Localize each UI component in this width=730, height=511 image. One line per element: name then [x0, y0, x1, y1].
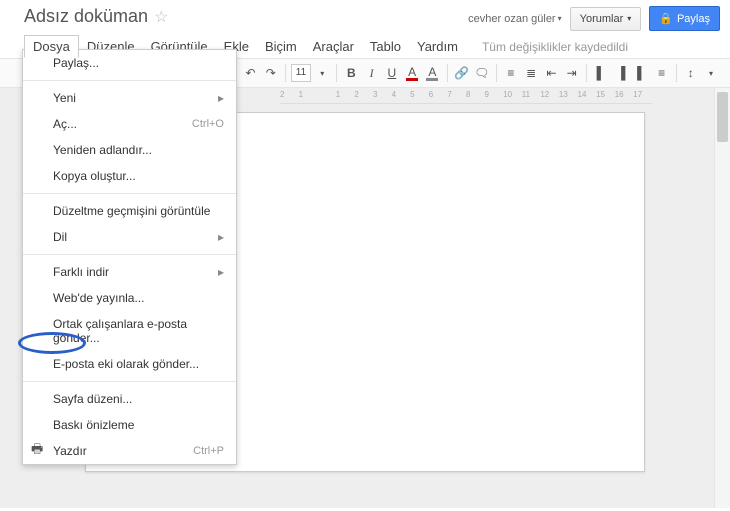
bold-button[interactable]: B: [342, 63, 360, 83]
menu-item-label: Dil: [53, 230, 67, 244]
menu-item-label: Yazdır: [53, 444, 87, 458]
highlight-label: A: [428, 66, 436, 78]
ruler-numbers: 211234567891011121314151617: [280, 90, 652, 99]
share-button[interactable]: 🔒 Paylaş: [649, 6, 720, 31]
italic-button[interactable]: I: [363, 63, 381, 83]
underline-button[interactable]: U: [383, 63, 401, 83]
comment-icon[interactable]: 🗨: [473, 63, 491, 83]
menu-open[interactable]: Aç... Ctrl+O: [23, 111, 236, 137]
separator: [23, 381, 236, 382]
align-left-icon[interactable]: ▌: [592, 63, 610, 83]
menu-item-label: Aç...: [53, 117, 77, 131]
redo-icon[interactable]: ↷: [262, 63, 280, 83]
outdent-icon[interactable]: ⇤: [542, 63, 560, 83]
separator: [336, 64, 337, 82]
menu-rename[interactable]: Yeniden adlandır...: [23, 137, 236, 163]
chevron-right-icon: ▸: [218, 265, 224, 279]
menu-download[interactable]: Farklı indir ▸: [23, 259, 236, 285]
menu-item-label: Kopya oluştur...: [53, 169, 136, 183]
chevron-right-icon: ▸: [218, 91, 224, 105]
menu-copy[interactable]: Kopya oluştur...: [23, 163, 236, 189]
separator: [447, 64, 448, 82]
chevron-right-icon: ▸: [218, 230, 224, 244]
vertical-scrollbar[interactable]: [714, 88, 730, 508]
file-menu-dropdown: Paylaş... Yeni ▸ Aç... Ctrl+O Yeniden adla…: [22, 49, 237, 465]
list-bullet-icon[interactable]: ≣: [522, 63, 540, 83]
share-label: Paylaş: [677, 13, 710, 25]
menu-item-label: Baskı önizleme: [53, 418, 134, 432]
align-justify-icon[interactable]: ≡: [652, 63, 670, 83]
menu-tools[interactable]: Araçlar: [305, 36, 362, 57]
color-bar: [406, 78, 418, 81]
chevron-down-icon: ▾: [558, 14, 562, 23]
shortcut-label: Ctrl+O: [192, 118, 224, 130]
menu-revisions[interactable]: Düzeltme geçmişini görüntüle: [23, 198, 236, 224]
menu-new[interactable]: Yeni ▸: [23, 85, 236, 111]
star-icon[interactable]: ☆: [154, 7, 168, 27]
menu-item-label: Farklı indir: [53, 265, 109, 279]
separator: [496, 64, 497, 82]
menu-email-collab[interactable]: Ortak çalışanlara e-posta gönder...: [23, 311, 236, 351]
text-color-label: A: [408, 66, 416, 78]
menu-item-label: Paylaş...: [53, 56, 99, 70]
menu-item-label: E-posta eki olarak gönder...: [53, 357, 199, 371]
shortcut-label: Ctrl+P: [193, 445, 224, 457]
indent-icon[interactable]: ⇥: [563, 63, 581, 83]
align-right-icon[interactable]: ▌: [632, 63, 650, 83]
highlight-button[interactable]: A: [423, 63, 441, 83]
menu-print[interactable]: 🖶 Yazdır Ctrl+P: [23, 438, 236, 464]
menu-table[interactable]: Tablo: [362, 36, 409, 57]
menu-item-label: Yeniden adlandır...: [53, 143, 152, 157]
separator: [23, 254, 236, 255]
comments-label: Yorumlar: [580, 13, 624, 25]
list-numbered-icon[interactable]: ≡: [502, 63, 520, 83]
menu-item-label: Web'de yayınla...: [53, 291, 144, 305]
menu-page-setup[interactable]: Sayfa düzeni...: [23, 386, 236, 412]
color-bar: [426, 78, 438, 81]
text-color-button[interactable]: A: [403, 63, 421, 83]
menu-language[interactable]: Dil ▸: [23, 224, 236, 250]
menu-help[interactable]: Yardım: [409, 36, 466, 57]
menu-item-label: Yeni: [53, 91, 76, 105]
separator: [676, 64, 677, 82]
menu-publish[interactable]: Web'de yayınla...: [23, 285, 236, 311]
user-name[interactable]: cevher ozan güler ▾: [468, 13, 561, 25]
menu-email-attach[interactable]: E-posta eki olarak gönder...: [23, 351, 236, 377]
chevron-down-icon: ▾: [627, 14, 631, 23]
save-status: Tüm değişiklikler kaydedildi: [482, 40, 628, 54]
comments-button[interactable]: Yorumlar ▾: [570, 7, 642, 31]
menu-item-label: Düzeltme geçmişini görüntüle: [53, 204, 210, 218]
menu-file[interactable]: Dosya: [24, 35, 79, 58]
menu-print-preview[interactable]: Baskı önizleme: [23, 412, 236, 438]
user-name-label: cevher ozan güler: [468, 13, 555, 25]
link-icon[interactable]: 🔗: [452, 63, 470, 83]
separator: [586, 64, 587, 82]
chevron-down-icon[interactable]: ▾: [702, 63, 720, 83]
lock-icon: 🔒: [659, 12, 673, 25]
document-title[interactable]: Adsız doküman: [24, 6, 148, 27]
scrollbar-thumb[interactable]: [717, 92, 728, 142]
undo-icon[interactable]: ↶: [241, 63, 259, 83]
separator: [285, 64, 286, 82]
separator: [23, 80, 236, 81]
print-icon: 🖶: [31, 440, 43, 462]
align-center-icon[interactable]: ▐: [612, 63, 630, 83]
line-spacing-icon[interactable]: ↕: [682, 63, 700, 83]
chevron-down-icon[interactable]: ▾: [313, 63, 331, 83]
menu-item-label: Ortak çalışanlara e-posta gönder...: [53, 317, 224, 345]
ruler[interactable]: 211234567891011121314151617: [280, 88, 652, 104]
font-size-input[interactable]: 11: [291, 64, 311, 82]
menu-format[interactable]: Biçim: [257, 36, 305, 57]
menu-item-label: Sayfa düzeni...: [53, 392, 132, 406]
separator: [23, 193, 236, 194]
